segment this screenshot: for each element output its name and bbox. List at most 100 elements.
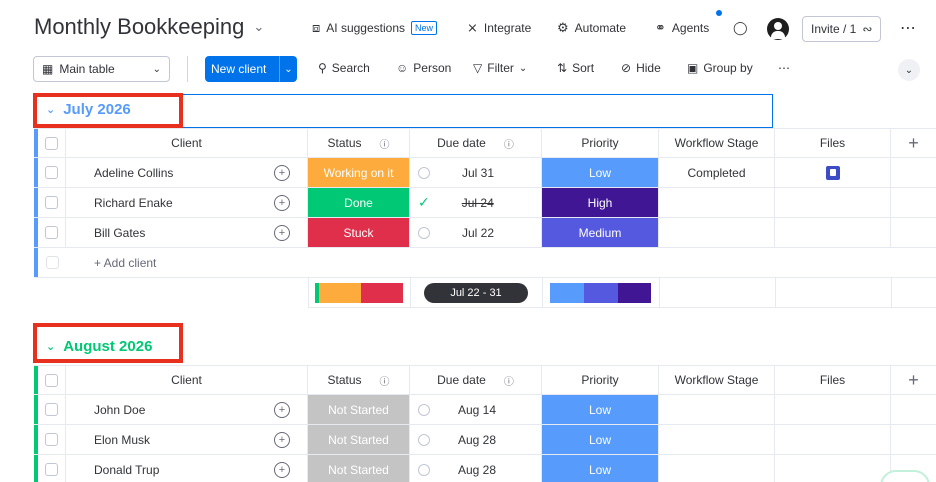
client-name[interactable]: Bill Gates	[66, 218, 308, 247]
group-header-july[interactable]: ⌄ July 2026	[46, 101, 131, 118]
info-icon[interactable]: ⓘ	[380, 136, 390, 151]
row-checkbox[interactable]	[38, 158, 66, 187]
chevron-down-icon[interactable]: ⌄	[46, 340, 55, 353]
row-checkbox[interactable]	[38, 218, 66, 247]
priority-cell[interactable]: High	[542, 188, 659, 217]
column-header-workflow[interactable]: Workflow Stage	[659, 366, 775, 394]
workflow-cell[interactable]	[659, 455, 775, 482]
files-cell[interactable]	[775, 188, 891, 217]
chevron-down-icon[interactable]: ⌄	[279, 56, 297, 82]
filter-button[interactable]: ▽ Filter ⌄	[473, 61, 527, 75]
add-update-icon[interactable]: +	[274, 165, 290, 181]
group-title[interactable]: July 2026	[63, 101, 131, 118]
column-header-priority[interactable]: Priority	[542, 129, 659, 157]
due-date-cell[interactable]: Aug 28	[410, 455, 542, 482]
column-header-priority[interactable]: Priority	[542, 366, 659, 394]
table-row[interactable]: Elon Musk + Not Started Aug 28 Low	[34, 425, 936, 455]
table-row[interactable]: Richard Enake + Done ✓ Jul 24 High	[34, 188, 936, 218]
row-checkbox[interactable]	[38, 395, 66, 424]
workflow-cell[interactable]	[659, 425, 775, 454]
workflow-cell[interactable]	[659, 395, 775, 424]
avatar[interactable]	[767, 18, 789, 40]
automate-button[interactable]: ⚙ Automate	[557, 20, 626, 36]
info-icon[interactable]: ⓘ	[380, 373, 390, 388]
due-date-cell[interactable]: Jul 22	[410, 218, 542, 247]
due-date-cell[interactable]: Jul 31	[410, 158, 542, 187]
files-cell[interactable]	[775, 425, 891, 454]
column-header-workflow[interactable]: Workflow Stage	[659, 129, 775, 157]
search-button[interactable]: ⚲ Search	[318, 61, 370, 75]
checkbox[interactable]	[45, 196, 58, 209]
add-update-icon[interactable]: +	[274, 195, 290, 211]
add-update-icon[interactable]: +	[274, 402, 290, 418]
collapse-header-button[interactable]: ⌄	[898, 59, 920, 81]
due-date-cell[interactable]: ✓ Jul 24	[410, 188, 542, 217]
priority-cell[interactable]: Medium	[542, 218, 659, 247]
add-column-plus-icon[interactable]: +	[891, 366, 936, 394]
select-all-checkbox[interactable]	[38, 129, 66, 157]
board-title[interactable]: Monthly Bookkeeping ⌄	[34, 14, 264, 40]
status-cell[interactable]: Not Started	[308, 455, 410, 482]
updates-button[interactable]: ◯	[733, 20, 748, 36]
checkbox[interactable]	[45, 226, 58, 239]
add-update-icon[interactable]: +	[274, 225, 290, 241]
invite-button[interactable]: Invite / 1 ∾	[802, 16, 882, 42]
client-name[interactable]: John Doe	[66, 395, 308, 424]
priority-cell[interactable]: Low	[542, 425, 659, 454]
add-client-row[interactable]: + Add client	[34, 248, 936, 278]
due-date-cell[interactable]: Aug 14	[410, 395, 542, 424]
due-date-cell[interactable]: Aug 28	[410, 425, 542, 454]
priority-cell[interactable]: Low	[542, 158, 659, 187]
workflow-cell[interactable]	[659, 188, 775, 217]
table-row[interactable]: Donald Trup + Not Started Aug 28 Low	[34, 455, 936, 482]
info-icon[interactable]: ⓘ	[504, 136, 514, 151]
add-client-input[interactable]: + Add client	[66, 248, 466, 277]
column-header-client[interactable]: Client	[66, 366, 308, 394]
status-cell[interactable]: Stuck	[308, 218, 410, 247]
chevron-down-icon[interactable]: ⌄	[46, 103, 55, 116]
add-update-icon[interactable]: +	[274, 462, 290, 478]
row-checkbox[interactable]	[38, 188, 66, 217]
status-cell[interactable]: Done	[308, 188, 410, 217]
files-cell[interactable]	[775, 395, 891, 424]
more-toolbar-icon[interactable]: ⋯	[778, 61, 790, 75]
group-header-august[interactable]: ⌄ August 2026	[46, 338, 152, 355]
priority-cell[interactable]: Low	[542, 395, 659, 424]
hide-button[interactable]: ⊘ Hide	[621, 61, 661, 75]
integrate-button[interactable]: ⨯ Integrate	[467, 20, 531, 36]
checkbox[interactable]	[45, 433, 58, 446]
checkbox[interactable]	[45, 136, 58, 150]
chevron-down-icon[interactable]: ⌄	[253, 19, 264, 35]
status-cell[interactable]: Not Started	[308, 395, 410, 424]
column-header-due-date[interactable]: Due date ⓘ	[410, 129, 542, 157]
help-chat-bubble[interactable]	[880, 470, 930, 482]
checkbox[interactable]	[45, 166, 58, 179]
client-name[interactable]: Donald Trup	[66, 455, 308, 482]
checkbox[interactable]	[45, 403, 58, 416]
info-icon[interactable]: ⓘ	[504, 373, 514, 388]
checkbox[interactable]	[45, 373, 58, 387]
person-filter-button[interactable]: ☺ Person	[396, 61, 451, 75]
checkbox[interactable]	[45, 463, 58, 476]
add-column-plus-icon[interactable]: +	[891, 129, 936, 157]
workflow-cell[interactable]: Completed	[659, 158, 775, 187]
group-title[interactable]: August 2026	[63, 338, 152, 355]
client-name[interactable]: Elon Musk	[66, 425, 308, 454]
main-table-select[interactable]: ▦ Main table ⌄	[33, 56, 170, 82]
table-row[interactable]: Bill Gates + Stuck Jul 22 Medium	[34, 218, 936, 248]
select-all-checkbox[interactable]	[38, 366, 66, 394]
row-checkbox[interactable]	[38, 425, 66, 454]
priority-cell[interactable]: Low	[542, 455, 659, 482]
column-header-client[interactable]: Client	[66, 129, 308, 157]
priority-summary-bar[interactable]	[550, 283, 651, 303]
workflow-cell[interactable]	[659, 218, 775, 247]
files-cell[interactable]	[775, 455, 891, 482]
group-by-button[interactable]: ▣ Group by	[687, 61, 753, 75]
due-date-range-pill[interactable]: Jul 22 - 31	[424, 283, 528, 303]
table-row[interactable]: John Doe + Not Started Aug 14 Low	[34, 395, 936, 425]
status-cell[interactable]: Not Started	[308, 425, 410, 454]
table-row[interactable]: Adeline Collins + Working on it Jul 31 L…	[34, 158, 936, 188]
files-cell[interactable]	[775, 158, 891, 187]
file-icon[interactable]	[825, 165, 840, 180]
status-cell[interactable]: Working on it	[308, 158, 410, 187]
